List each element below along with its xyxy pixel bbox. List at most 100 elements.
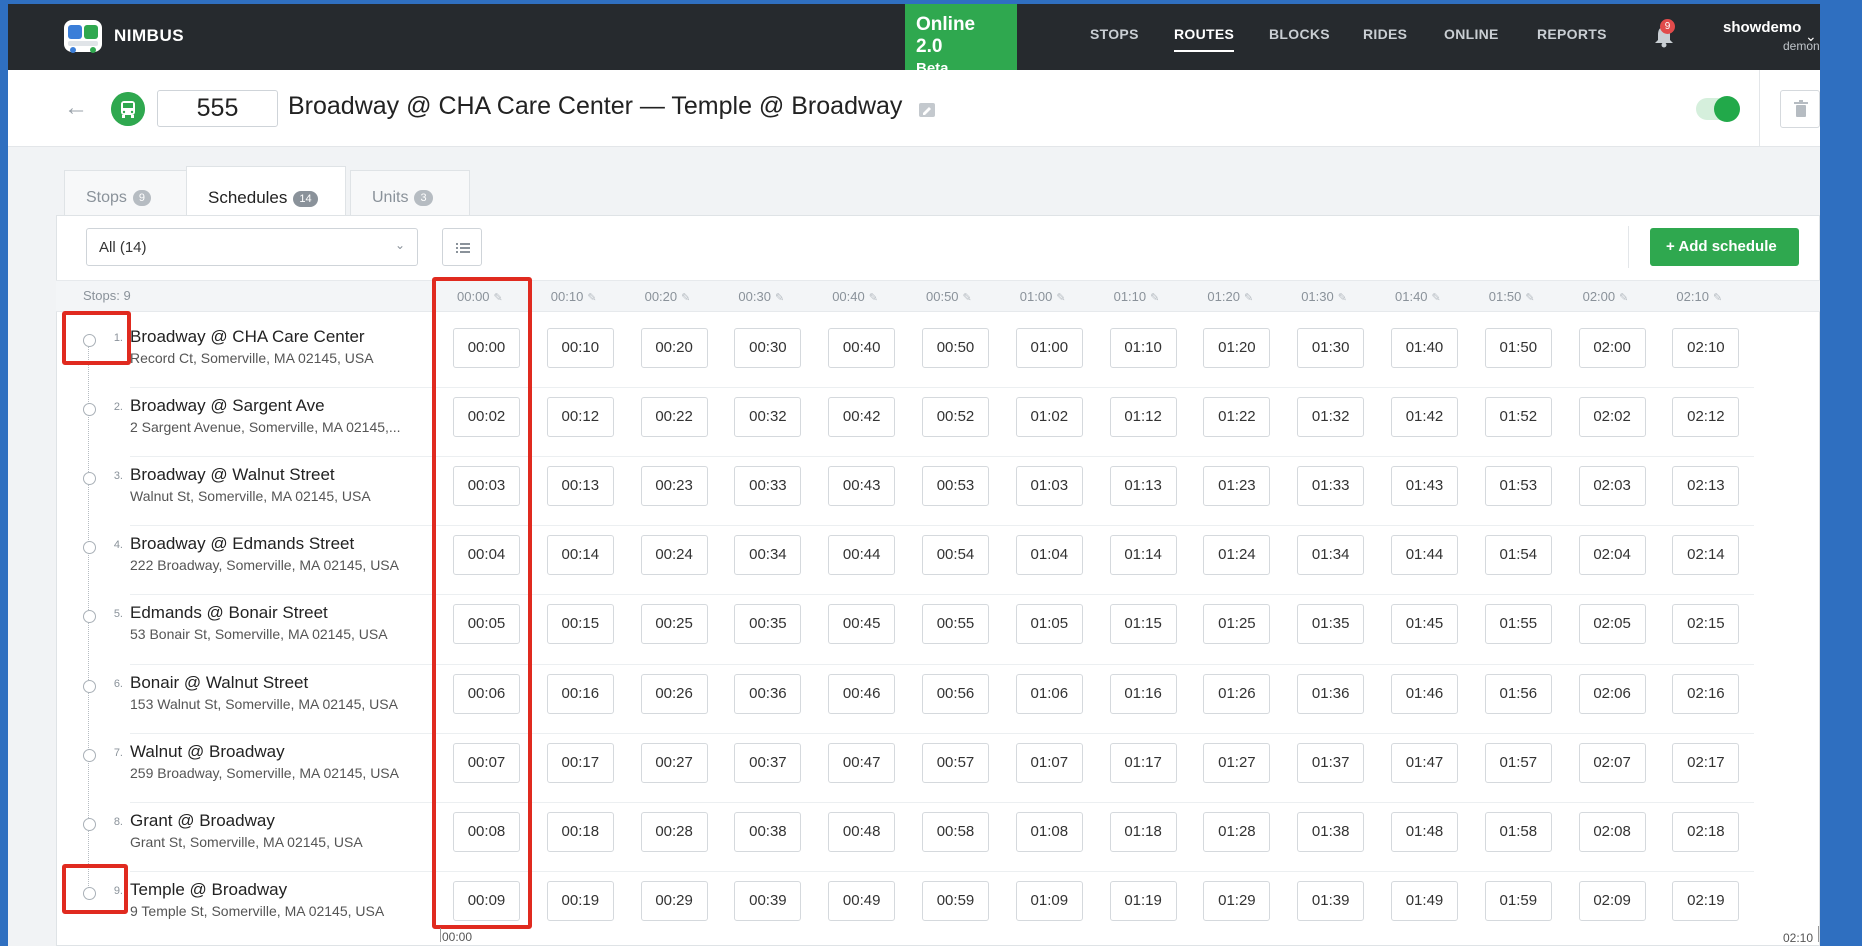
stop-name[interactable]: Temple @ Broadway [130, 880, 287, 900]
edit-column-icon[interactable]: ✎ [1525, 292, 1534, 304]
schedule-time-cell[interactable]: 02:10 [1672, 328, 1740, 368]
schedule-time-cell[interactable]: 02:16 [1672, 673, 1740, 714]
schedule-time-cell[interactable]: 00:37 [734, 742, 802, 783]
list-view-button[interactable] [442, 228, 482, 266]
schedule-time-cell[interactable]: 00:47 [828, 742, 896, 783]
column-header[interactable]: 01:40 ✎ [1395, 289, 1441, 304]
schedule-time-cell[interactable]: 01:27 [1203, 742, 1271, 783]
nav-rides[interactable]: RIDES [1363, 26, 1407, 42]
schedule-time-cell[interactable]: 01:08 [1015, 811, 1083, 852]
schedule-time-cell[interactable]: 00:59 [922, 880, 989, 921]
schedule-time-cell[interactable]: 00:17 [546, 742, 614, 783]
schedule-time-cell[interactable]: 01:10 [1109, 328, 1177, 368]
schedule-time-cell[interactable]: 00:12 [546, 397, 614, 438]
schedule-time-cell[interactable]: 01:03 [1015, 466, 1083, 507]
schedule-time-cell[interactable]: 01:25 [1203, 604, 1271, 645]
schedule-time-cell[interactable]: 01:43 [1391, 466, 1458, 507]
back-arrow-icon[interactable]: ← [64, 94, 88, 122]
schedule-time-cell[interactable]: 01:14 [1109, 535, 1177, 576]
tab-schedules[interactable]: Schedules 14 [186, 166, 346, 217]
schedule-time-cell[interactable]: 01:04 [1015, 535, 1083, 576]
schedule-time-cell[interactable]: 02:03 [1578, 466, 1646, 507]
stop-name[interactable]: Edmands @ Bonair Street [130, 603, 328, 623]
brand-logo[interactable]: NIMBUS [62, 16, 184, 56]
schedule-time-cell[interactable]: 00:20 [640, 328, 708, 368]
edit-column-icon[interactable]: ✎ [1244, 292, 1253, 304]
schedule-time-cell[interactable]: 01:36 [1297, 673, 1365, 714]
schedule-time-cell[interactable]: 00:16 [546, 673, 614, 714]
schedule-time-cell[interactable]: 00:56 [922, 673, 989, 714]
stop-name[interactable]: Broadway @ Sargent Ave [130, 396, 325, 416]
schedule-time-cell[interactable]: 00:54 [922, 535, 989, 576]
delete-route-button[interactable] [1780, 90, 1820, 128]
schedule-time-cell[interactable]: 01:47 [1391, 742, 1458, 783]
edit-column-icon[interactable]: ✎ [1056, 292, 1065, 304]
schedule-time-cell[interactable]: 01:15 [1109, 604, 1177, 645]
schedule-time-cell[interactable]: 00:15 [546, 604, 614, 645]
edit-column-icon[interactable]: ✎ [587, 292, 596, 304]
stop-name[interactable]: Broadway @ CHA Care Center [130, 327, 365, 347]
schedule-time-cell[interactable]: 01:53 [1484, 466, 1552, 507]
schedule-time-cell[interactable]: 00:13 [546, 466, 614, 507]
schedule-time-cell[interactable]: 00:48 [828, 811, 896, 852]
stop-name[interactable]: Bonair @ Walnut Street [130, 673, 308, 693]
schedule-time-cell[interactable]: 00:25 [640, 604, 708, 645]
schedule-time-cell[interactable]: 01:34 [1297, 535, 1365, 576]
edit-column-icon[interactable]: ✎ [1150, 292, 1159, 304]
stop-name[interactable]: Grant @ Broadway [130, 811, 275, 831]
schedule-time-cell[interactable]: 00:58 [922, 811, 989, 852]
route-number-input[interactable]: 555 [157, 90, 278, 127]
schedule-time-cell[interactable]: 01:30 [1297, 328, 1365, 368]
schedule-time-cell[interactable]: 01:48 [1391, 811, 1458, 852]
schedule-time-cell[interactable]: 00:42 [828, 397, 896, 438]
edit-column-icon[interactable]: ✎ [1713, 292, 1722, 304]
column-header[interactable]: 01:30 ✎ [1301, 289, 1347, 304]
route-active-toggle[interactable] [1696, 96, 1740, 122]
schedule-time-cell[interactable]: 02:06 [1578, 673, 1646, 714]
nav-stops[interactable]: STOPS [1090, 26, 1139, 42]
column-header[interactable]: 00:50 ✎ [926, 289, 972, 304]
column-header[interactable]: 02:00 ✎ [1583, 289, 1629, 304]
schedule-time-cell[interactable]: 01:59 [1484, 880, 1552, 921]
schedule-time-cell[interactable]: 01:22 [1203, 397, 1271, 438]
schedule-time-cell[interactable]: 01:39 [1297, 880, 1365, 921]
edit-column-icon[interactable]: ✎ [869, 292, 878, 304]
schedule-time-cell[interactable]: 00:50 [922, 328, 989, 368]
schedule-time-cell[interactable]: 01:38 [1297, 811, 1365, 852]
schedule-time-cell[interactable]: 00:18 [546, 811, 614, 852]
schedule-time-cell[interactable]: 01:49 [1391, 880, 1458, 921]
schedule-time-cell[interactable]: 01:18 [1109, 811, 1177, 852]
schedule-time-cell[interactable]: 01:13 [1109, 466, 1177, 507]
schedule-time-cell[interactable]: 00:55 [922, 604, 989, 645]
schedule-time-cell[interactable]: 02:12 [1672, 397, 1740, 438]
schedule-time-cell[interactable]: 01:17 [1109, 742, 1177, 783]
nav-reports[interactable]: REPORTS [1537, 26, 1607, 42]
schedule-time-cell[interactable]: 01:37 [1297, 742, 1365, 783]
column-header[interactable]: 01:10 ✎ [1114, 289, 1160, 304]
schedule-time-cell[interactable]: 00:49 [828, 880, 896, 921]
column-header[interactable]: 00:40 ✎ [832, 289, 878, 304]
schedule-time-cell[interactable]: 00:30 [734, 328, 802, 368]
schedule-time-cell[interactable]: 01:06 [1015, 673, 1083, 714]
schedule-time-cell[interactable]: 00:24 [640, 535, 708, 576]
schedule-time-cell[interactable]: 01:55 [1484, 604, 1552, 645]
chevron-down-icon[interactable]: ⌄ [1805, 28, 1817, 45]
schedule-time-cell[interactable]: 01:24 [1203, 535, 1271, 576]
schedule-time-cell[interactable]: 00:14 [546, 535, 614, 576]
schedule-time-cell[interactable]: 00:57 [922, 742, 989, 783]
schedule-time-cell[interactable]: 01:45 [1391, 604, 1458, 645]
schedule-time-cell[interactable]: 02:19 [1672, 880, 1740, 921]
schedule-time-cell[interactable]: 00:44 [828, 535, 896, 576]
schedule-time-cell[interactable]: 00:43 [828, 466, 896, 507]
schedule-time-cell[interactable]: 02:05 [1578, 604, 1646, 645]
schedule-time-cell[interactable]: 02:08 [1578, 811, 1646, 852]
schedule-time-cell[interactable]: 01:05 [1015, 604, 1083, 645]
schedule-time-cell[interactable]: 02:15 [1672, 604, 1740, 645]
column-header[interactable]: 00:10 ✎ [551, 289, 597, 304]
schedule-time-cell[interactable]: 01:07 [1015, 742, 1083, 783]
schedule-time-cell[interactable]: 00:45 [828, 604, 896, 645]
schedule-time-cell[interactable]: 02:07 [1578, 742, 1646, 783]
edit-column-icon[interactable]: ✎ [1338, 292, 1347, 304]
edit-title-icon[interactable] [919, 103, 935, 117]
tab-units[interactable]: Units 3 [350, 170, 470, 220]
